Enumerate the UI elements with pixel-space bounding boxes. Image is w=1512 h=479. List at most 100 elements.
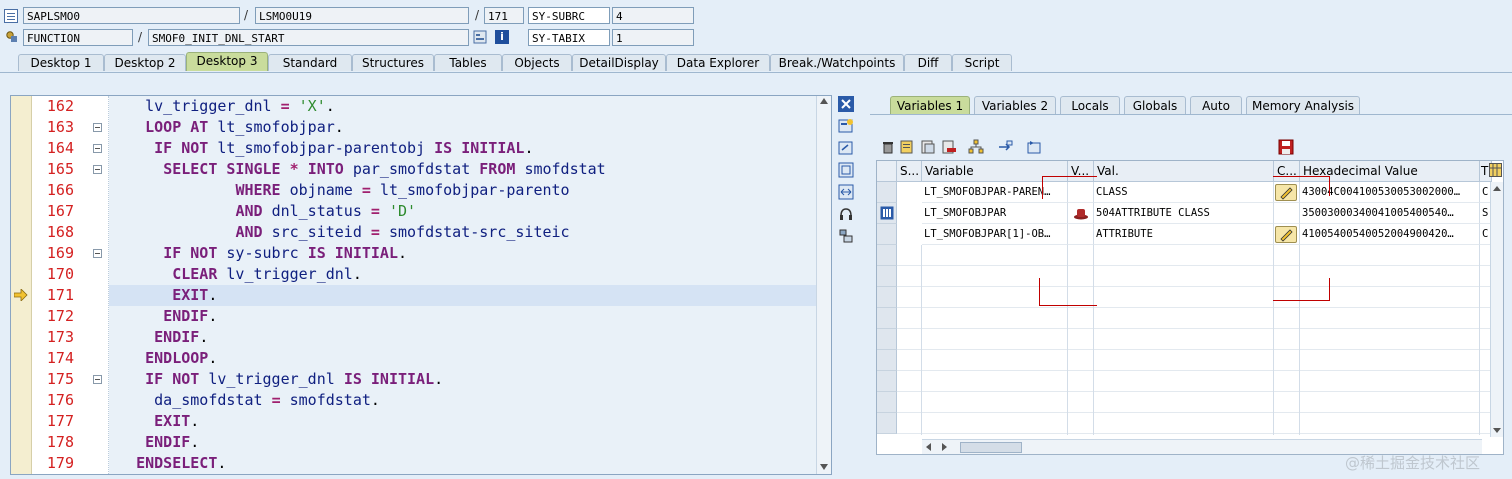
col-header-s[interactable]: S... (897, 161, 922, 182)
code-line-172[interactable]: ENDIF. (109, 306, 217, 327)
save-icon[interactable] (1278, 139, 1294, 155)
code-line-177[interactable]: EXIT. (109, 411, 199, 432)
variables-grid[interactable]: S... Variable V... Val. C... Hexadecimal… (876, 160, 1504, 455)
row-selector[interactable] (877, 287, 897, 308)
visualize-hat-icon[interactable] (1073, 207, 1089, 220)
row-selector[interactable] (877, 371, 897, 392)
code-line-169[interactable]: IF NOT sy-subrc IS INITIAL. (109, 243, 407, 264)
tab-detaildisplay[interactable]: DetailDisplay (572, 54, 666, 71)
row2-val[interactable]: 504ATTRIBUTE CLASS (1094, 203, 1274, 224)
tab-structures[interactable]: Structures (352, 54, 434, 71)
col-header-hex[interactable]: Hexadecimal Value (1300, 161, 1480, 182)
row-selector[interactable] (877, 413, 897, 434)
code-line-163[interactable]: LOOP AT lt_smofobjpar. (109, 117, 344, 138)
services-icon[interactable] (838, 206, 854, 222)
row1-variable[interactable]: LT_SMOFOBJPAR-PAREN… (922, 182, 1068, 203)
col-header-v[interactable]: V... (1068, 161, 1094, 182)
swap-icon[interactable] (838, 184, 854, 200)
scroll-right-icon[interactable] (942, 443, 947, 451)
tab-desktop-1[interactable]: Desktop 1 (18, 54, 104, 71)
fold-toggle[interactable] (93, 165, 102, 174)
tab-variables-2[interactable]: Variables 2 (974, 96, 1056, 114)
var1-name-field[interactable]: SY-SUBRC (528, 7, 610, 24)
col-header-val[interactable]: Val. (1094, 161, 1274, 182)
tab-desktop-3[interactable]: Desktop 3 (186, 52, 268, 71)
row2-variable[interactable]: LT_SMOFOBJPAR (922, 203, 1068, 224)
new-tool-icon[interactable] (838, 118, 854, 134)
code-line-168[interactable]: AND src_siteid = smofdstat-src_siteic (109, 222, 569, 243)
row1-val[interactable]: CLASS (1094, 182, 1274, 203)
hierarchy-icon[interactable] (968, 139, 984, 155)
scroll-up-icon[interactable] (820, 98, 828, 104)
code-line-164[interactable]: IF NOT lt_smofobjpar-parentobj IS INITIA… (109, 138, 533, 159)
breakpoint-gutter[interactable] (11, 96, 32, 474)
var2-name-field[interactable]: SY-TABIX (528, 29, 610, 46)
code-line-178[interactable]: ENDIF. (109, 432, 199, 453)
scroll-left-icon[interactable] (926, 443, 931, 451)
code-line-171[interactable]: EXIT. (109, 285, 217, 306)
scroll-thumb[interactable] (960, 442, 1022, 453)
row-selector[interactable] (877, 203, 897, 224)
fold-toggle[interactable] (93, 123, 102, 132)
code-line-167[interactable]: AND dnl_status = 'D' (109, 201, 416, 222)
tab-globals[interactable]: Globals (1124, 96, 1186, 114)
delete-icon[interactable] (880, 139, 896, 155)
row3-val[interactable]: ATTRIBUTE (1094, 224, 1274, 245)
code-line-170[interactable]: CLEAR lv_trigger_dnl. (109, 264, 362, 285)
copy-row-icon[interactable] (920, 139, 936, 155)
transfer-icon[interactable] (997, 139, 1013, 155)
row-selector[interactable] (877, 392, 897, 413)
fold-toggle[interactable] (93, 144, 102, 153)
source-code-editor[interactable]: 162 163 164 165 166 167 168 169 170 171 … (10, 95, 832, 475)
scroll-up-icon[interactable] (1493, 186, 1501, 191)
row-selector[interactable] (877, 329, 897, 350)
remove-row-icon[interactable] (941, 139, 957, 155)
tab-diff[interactable]: Diff (904, 54, 952, 71)
tab-script[interactable]: Script (952, 54, 1012, 71)
row-selector[interactable] (877, 224, 897, 245)
replace-tool-icon[interactable] (838, 140, 854, 156)
row3-variable[interactable]: LT_SMOFOBJPAR[1]-OB… (922, 224, 1068, 245)
row-selector[interactable] (877, 350, 897, 371)
grid-settings-icon[interactable] (1489, 163, 1502, 177)
code-line-162[interactable]: lv_trigger_dnl = 'X'. (109, 96, 335, 117)
tab-tables[interactable]: Tables (434, 54, 502, 71)
tab-auto[interactable]: Auto (1190, 96, 1242, 114)
settings-icon[interactable] (838, 228, 854, 244)
open-icon[interactable] (1026, 139, 1042, 155)
display-source-icon[interactable] (473, 30, 487, 44)
maximize-icon[interactable] (838, 162, 854, 178)
tab-memory-analysis[interactable]: Memory Analysis (1246, 96, 1360, 114)
tab-variables-1[interactable]: Variables 1 (890, 96, 970, 114)
tab-standard[interactable]: Standard (268, 54, 352, 71)
fold-toggle[interactable] (93, 249, 102, 258)
tab-break-watchpoints[interactable]: Break./Watchpoints (770, 54, 904, 71)
code-line-175[interactable]: IF NOT lv_trigger_dnl IS INITIAL. (109, 369, 443, 390)
change-value-pencil-icon[interactable] (1275, 184, 1297, 201)
scroll-down-icon[interactable] (820, 464, 828, 470)
editor-vertical-scrollbar[interactable] (816, 96, 831, 474)
row-selector[interactable] (877, 245, 897, 266)
row-selector[interactable] (877, 182, 897, 203)
code-line-165[interactable]: SELECT SINGLE * INTO par_smofdstat FROM … (109, 159, 606, 180)
col-header-variable[interactable]: Variable (922, 161, 1068, 182)
tab-objects[interactable]: Objects (502, 54, 572, 71)
tab-desktop-2[interactable]: Desktop 2 (104, 54, 186, 71)
tab-locals[interactable]: Locals (1060, 96, 1120, 114)
row-selector[interactable] (877, 308, 897, 329)
code-line-179[interactable]: ENDSELECT. (109, 453, 226, 474)
code-line-166[interactable]: WHERE objname = lt_smofobjpar-parento (109, 180, 569, 201)
code-line-174[interactable]: ENDLOOP. (109, 348, 217, 369)
close-icon[interactable] (838, 96, 854, 112)
tab-data-explorer[interactable]: Data Explorer (666, 54, 770, 71)
col-header-c[interactable]: C... (1274, 161, 1300, 182)
code-line-173[interactable]: ENDIF. (109, 327, 208, 348)
info-icon[interactable]: i (495, 30, 509, 44)
row-selector[interactable] (877, 266, 897, 287)
fold-toggle[interactable] (93, 375, 102, 384)
code-line-176[interactable]: da_smofdstat = smofdstat. (109, 390, 380, 411)
grid-vertical-scrollbar[interactable] (1490, 182, 1503, 437)
insert-row-icon[interactable] (899, 139, 915, 155)
scroll-down-icon[interactable] (1493, 428, 1501, 433)
change-value-pencil-icon[interactable] (1275, 226, 1297, 243)
